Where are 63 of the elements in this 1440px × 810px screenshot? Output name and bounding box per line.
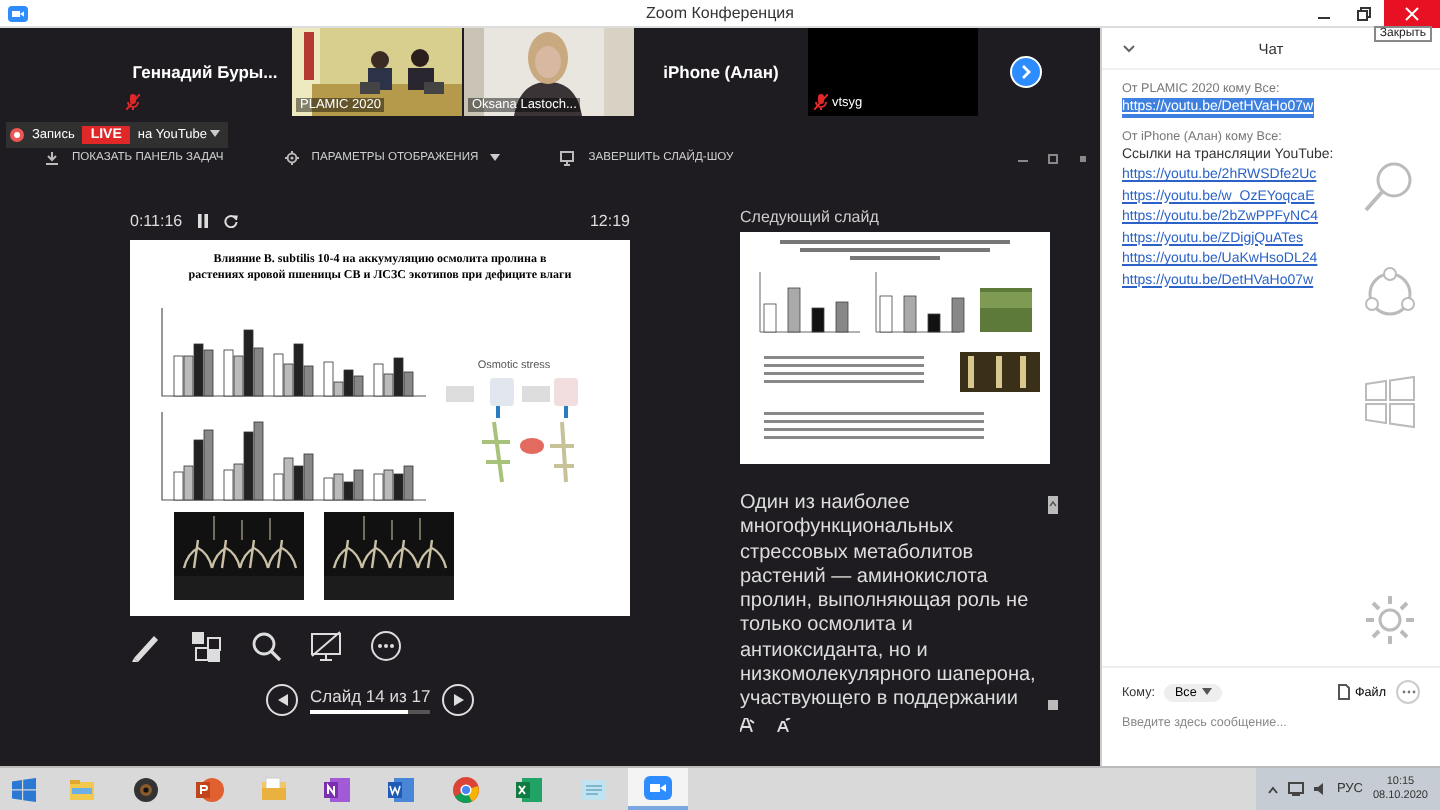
chevron-down-icon <box>1122 43 1136 53</box>
font-larger-icon <box>740 717 756 732</box>
record-icon <box>10 127 24 141</box>
restore-icon <box>1356 5 1372 21</box>
file-manager-icon <box>68 775 96 803</box>
speaker-icon <box>1314 782 1327 796</box>
more-icon <box>370 629 402 663</box>
settings-icon <box>1360 590 1420 650</box>
collapse-button[interactable] <box>1122 43 1136 53</box>
previous-slide-button[interactable] <box>266 684 298 716</box>
screen-off-icon <box>310 629 342 663</box>
window-title: Zoom Конференция <box>646 4 794 22</box>
speaker-notes: Один из наиболее многофункциональных стрессовых метаболитов растений — аминокислота пролин, выполняющая роль не только осмолита и антиоксиданта, но и низкомолекулярного шаперона, участвующего в поддержании <box>740 492 1038 714</box>
word-icon <box>388 775 416 803</box>
chrome-icon <box>452 775 480 803</box>
close-button[interactable] <box>1384 0 1440 27</box>
notepad-icon <box>580 775 608 803</box>
next-slide-button[interactable] <box>442 684 475 716</box>
next-slide-label: Следующий слайд <box>740 208 881 226</box>
caret-icon <box>1202 688 1213 696</box>
file-icon <box>1337 684 1350 700</box>
tool-button[interactable] <box>190 629 222 663</box>
slide-counter: Слайд 14 из 17 <box>310 686 431 706</box>
reload-icon <box>224 213 239 227</box>
video-camera-icon <box>644 773 672 801</box>
close-icon <box>1404 5 1420 21</box>
chevron-right-icon <box>1020 64 1032 80</box>
pause-button[interactable] <box>198 213 209 227</box>
next-page-button[interactable] <box>1010 56 1042 88</box>
slides-grid-icon <box>190 629 222 663</box>
caret-icon <box>210 130 221 138</box>
square-icon <box>1078 153 1088 163</box>
excel-icon <box>516 775 544 803</box>
tool-button[interactable] <box>370 629 402 663</box>
tool-button[interactable] <box>250 629 282 663</box>
webcam-icon <box>132 775 160 803</box>
decrease-font-button[interactable] <box>776 717 792 732</box>
elapsed-time: 0:11:16 <box>130 211 183 229</box>
tool-button[interactable] <box>310 629 342 663</box>
network-icon <box>1288 782 1305 796</box>
screen-icon <box>560 150 577 166</box>
increase-font-button[interactable] <box>740 717 756 732</box>
zoom-logo-icon <box>8 5 28 21</box>
scroll-down-icon <box>1048 699 1058 710</box>
restore-icon <box>1048 153 1058 163</box>
windows-logo-icon <box>12 777 36 801</box>
folder-icon <box>260 775 288 803</box>
triangle-left-icon <box>277 694 287 706</box>
participant-name: Геннадий Буры... <box>132 62 278 82</box>
onenote-icon <box>324 775 352 803</box>
powerpoint-icon <box>196 775 224 803</box>
windows-icon <box>1360 372 1420 432</box>
pause-icon <box>198 213 209 227</box>
chevron-up-icon <box>1268 785 1279 793</box>
search-icon <box>250 629 282 663</box>
scroll-up-icon <box>1048 496 1058 514</box>
taskbar-icon <box>44 150 60 166</box>
clock-time: 12:19 <box>589 211 630 229</box>
participant-name: iPhone (Алан) <box>663 62 779 82</box>
triangle-right-icon <box>453 694 464 706</box>
reset-timer-button[interactable] <box>224 213 239 227</box>
start-button[interactable] <box>12 777 36 801</box>
font-smaller-icon <box>776 717 792 732</box>
